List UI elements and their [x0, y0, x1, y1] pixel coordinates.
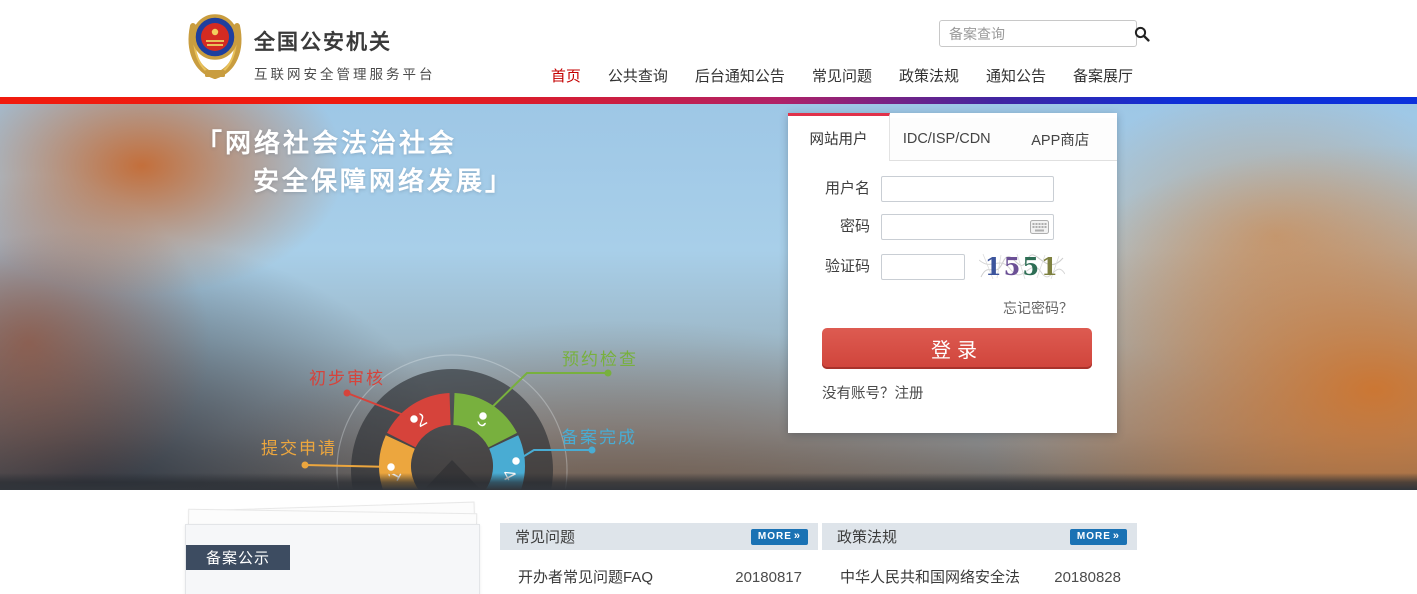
login-tabs: 网站用户 IDC/ISP/CDN APP商店	[788, 113, 1117, 161]
login-form: 用户名 密码	[788, 161, 1117, 403]
captcha-field[interactable]	[881, 254, 965, 280]
search-box	[939, 20, 1137, 47]
policy-card-header: 政策法规 MORE»	[822, 523, 1137, 550]
faq-more-arrow-icon: »	[794, 531, 801, 542]
faq-card-title: 常见问题	[515, 526, 575, 547]
forgot-password-link[interactable]: 忘记密码？	[1003, 300, 1073, 316]
faq-more-button[interactable]: MORE»	[751, 529, 808, 545]
username-field[interactable]	[881, 176, 1054, 202]
tab-app-store[interactable]: APP商店	[1004, 118, 1118, 160]
record-flow-diagram: 1 2 3 4 网站备案流程 提交申请 初步审核	[230, 339, 690, 490]
brand: 全国公安机关 互联网安全管理服务平台	[254, 26, 436, 83]
content-section: 备案公示 常见问题 MORE» 开办者常见问题FAQ 20180817 政策法规…	[0, 490, 1417, 594]
username-label: 用户名	[788, 176, 870, 202]
nav-item-announcements[interactable]: 通知公告	[986, 65, 1046, 86]
brand-title: 全国公安机关	[254, 26, 436, 56]
register-prefix: 没有账号？	[822, 386, 895, 402]
login-panel: 网站用户 IDC/ISP/CDN APP商店 用户名 密码	[788, 113, 1117, 433]
register-row: 没有账号？注册	[822, 382, 1117, 403]
nav-item-record-hall[interactable]: 备案展厅	[1073, 65, 1133, 86]
faq-card-header: 常见问题 MORE»	[500, 523, 818, 550]
record-notice-tag: 备案公示	[186, 545, 290, 570]
faq-card: 常见问题 MORE» 开办者常见问题FAQ 20180817	[500, 523, 818, 587]
policy-more-arrow-icon: »	[1113, 531, 1120, 542]
captcha-image[interactable]: 1551	[979, 252, 1065, 282]
captcha-digits: 1551	[979, 252, 1060, 281]
policy-item-link[interactable]: 中华人民共和国网络安全法	[840, 566, 1020, 587]
forgot-password-row: 忘记密码？	[788, 298, 1117, 318]
slogan-line-2: 安全保障网络发展」	[196, 162, 514, 200]
captcha-row: 验证码 1551	[788, 252, 1117, 282]
faq-item-date: 20180817	[735, 569, 802, 586]
captcha-digit-2: 5	[1004, 252, 1023, 281]
policy-more-button[interactable]: MORE»	[1070, 529, 1127, 545]
policy-list-item: 中华人民共和国网络安全法 20180828	[822, 550, 1137, 587]
login-tabs-inactive: IDC/ISP/CDN APP商店	[890, 118, 1117, 161]
policy-more-label: MORE	[1077, 531, 1111, 542]
faq-more-label: MORE	[758, 531, 792, 542]
page: 全国公安机关 互联网安全管理服务平台 首页 公共查询 后台通知公告 常见问题 政…	[0, 0, 1417, 594]
tab-website-user[interactable]: 网站用户	[788, 113, 890, 161]
slogan-line-1: 「网络社会法治社会	[196, 124, 514, 162]
record-notice-card: 备案公示	[185, 524, 480, 594]
password-field[interactable]	[881, 214, 1054, 240]
hero-slogan: 「网络社会法治社会 安全保障网络发展」	[196, 124, 514, 200]
keyboard-icon[interactable]	[1030, 220, 1049, 239]
policy-card: 政策法规 MORE» 中华人民共和国网络安全法 20180828	[822, 523, 1137, 587]
nav-item-backend-notices[interactable]: 后台通知公告	[695, 65, 785, 86]
login-button[interactable]: 登录	[822, 328, 1092, 369]
captcha-label: 验证码	[788, 254, 870, 280]
tab-idc-isp-cdn[interactable]: IDC/ISP/CDN	[890, 118, 1004, 160]
search-icon[interactable]	[1134, 21, 1150, 46]
flow-label-inspection: 预约检查	[562, 350, 638, 369]
register-link[interactable]: 注册	[895, 386, 924, 402]
password-row: 密码	[788, 214, 1117, 240]
search-input[interactable]	[940, 26, 1134, 42]
username-row: 用户名	[788, 176, 1117, 202]
brand-subtitle: 互联网安全管理服务平台	[254, 63, 436, 83]
police-badge-icon	[184, 10, 246, 85]
policy-card-title: 政策法规	[837, 526, 897, 547]
top-header: 全国公安机关 互联网安全管理服务平台 首页 公共查询 后台通知公告 常见问题 政…	[0, 0, 1417, 97]
nav-item-policies[interactable]: 政策法规	[899, 65, 959, 86]
captcha-digit-4: 1	[1041, 252, 1060, 281]
hero-banner: 「网络社会法治社会 安全保障网络发展」 1 2 3 4 网站备案流程	[0, 104, 1417, 490]
nav-item-public-query[interactable]: 公共查询	[608, 65, 668, 86]
main-nav: 首页 公共查询 后台通知公告 常见问题 政策法规 通知公告 备案展厅	[551, 65, 1133, 86]
password-label: 密码	[788, 214, 870, 240]
flow-label-complete: 备案完成	[561, 428, 637, 447]
flow-label-submit: 提交申请	[261, 439, 337, 458]
faq-list-item: 开办者常见问题FAQ 20180817	[500, 550, 818, 587]
nav-item-faq[interactable]: 常见问题	[812, 65, 872, 86]
nav-item-home[interactable]: 首页	[551, 65, 581, 86]
flow-label-review: 初步审核	[309, 369, 385, 388]
header-gradient-divider	[0, 97, 1417, 104]
policy-item-date: 20180828	[1054, 569, 1121, 586]
captcha-digit-3: 5	[1022, 252, 1041, 281]
captcha-digit-1: 1	[985, 252, 1004, 281]
faq-item-link[interactable]: 开办者常见问题FAQ	[518, 566, 653, 587]
